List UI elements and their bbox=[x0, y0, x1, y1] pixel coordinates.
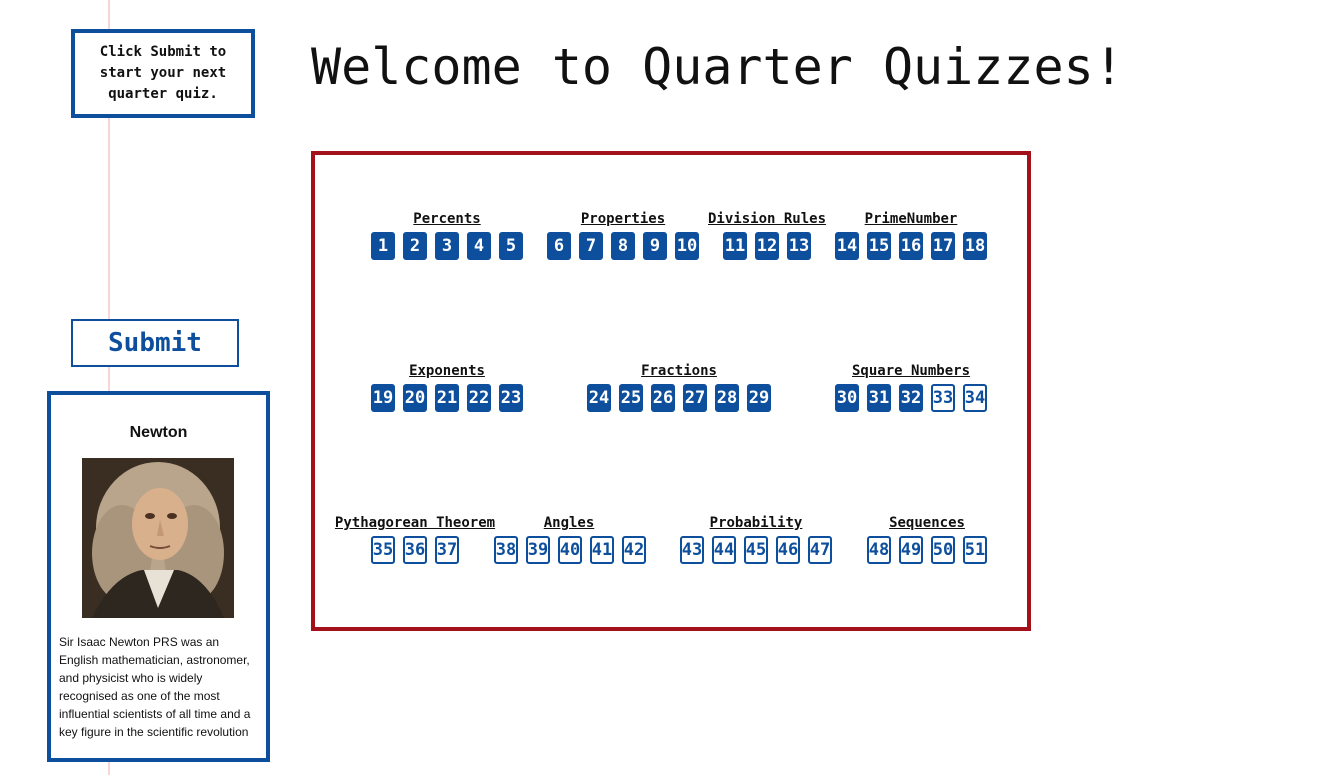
quiz-button-34[interactable]: 34 bbox=[963, 384, 987, 412]
mathematician-portrait bbox=[82, 458, 234, 618]
quiz-button-33[interactable]: 33 bbox=[931, 384, 955, 412]
category-probability: Probability bbox=[709, 515, 803, 531]
quiz-button-19[interactable]: 19 bbox=[371, 384, 395, 412]
quiz-button-25[interactable]: 25 bbox=[619, 384, 643, 412]
page-title: Welcome to Quarter Quizzes! bbox=[311, 38, 1124, 96]
quiz-button-50[interactable]: 50 bbox=[931, 536, 955, 564]
category-prime-number: PrimeNumber bbox=[864, 211, 958, 227]
quiz-button-30[interactable]: 30 bbox=[835, 384, 859, 412]
instructions-text: Click Submit to start your next quarter … bbox=[99, 44, 227, 102]
quiz-button-11[interactable]: 11 bbox=[723, 232, 747, 260]
quiz-button-5[interactable]: 5 bbox=[499, 232, 523, 260]
quiz-button-39[interactable]: 39 bbox=[526, 536, 550, 564]
quiz-button-22[interactable]: 22 bbox=[467, 384, 491, 412]
quiz-button-23[interactable]: 23 bbox=[499, 384, 523, 412]
quiz-button-31[interactable]: 31 bbox=[867, 384, 891, 412]
quiz-button-29[interactable]: 29 bbox=[747, 384, 771, 412]
quiz-button-40[interactable]: 40 bbox=[558, 536, 582, 564]
quiz-button-51[interactable]: 51 bbox=[963, 536, 987, 564]
quiz-button-38[interactable]: 38 bbox=[494, 536, 518, 564]
category-exponents: Exponents bbox=[409, 363, 485, 379]
quiz-button-41[interactable]: 41 bbox=[590, 536, 614, 564]
quiz-button-6[interactable]: 6 bbox=[547, 232, 571, 260]
quiz-button-37[interactable]: 37 bbox=[435, 536, 459, 564]
category-angles: Angles bbox=[543, 515, 595, 531]
quiz-button-49[interactable]: 49 bbox=[899, 536, 923, 564]
quiz-button-28[interactable]: 28 bbox=[715, 384, 739, 412]
quiz-button-17[interactable]: 17 bbox=[931, 232, 955, 260]
category-pythagorean-theorem: Pythagorean Theorem bbox=[334, 515, 496, 531]
quiz-button-32[interactable]: 32 bbox=[899, 384, 923, 412]
quiz-button-42[interactable]: 42 bbox=[622, 536, 646, 564]
portrait-illustration bbox=[82, 458, 234, 618]
quiz-button-26[interactable]: 26 bbox=[651, 384, 675, 412]
quiz-button-2[interactable]: 2 bbox=[403, 232, 427, 260]
category-sequences: Sequences bbox=[889, 515, 965, 531]
quiz-button-21[interactable]: 21 bbox=[435, 384, 459, 412]
quiz-button-10[interactable]: 10 bbox=[675, 232, 699, 260]
quiz-button-48[interactable]: 48 bbox=[867, 536, 891, 564]
quiz-board: Percents Properties Division Rules Prime… bbox=[311, 151, 1031, 631]
category-fractions: Fractions bbox=[641, 363, 717, 379]
quiz-button-35[interactable]: 35 bbox=[371, 536, 395, 564]
category-square-numbers: Square Numbers bbox=[851, 363, 971, 379]
quiz-button-36[interactable]: 36 bbox=[403, 536, 427, 564]
quiz-button-47[interactable]: 47 bbox=[808, 536, 832, 564]
mathematician-name: Newton bbox=[129, 424, 188, 441]
quiz-button-13[interactable]: 13 bbox=[787, 232, 811, 260]
quiz-button-43[interactable]: 43 bbox=[680, 536, 704, 564]
quiz-button-20[interactable]: 20 bbox=[403, 384, 427, 412]
quiz-button-14[interactable]: 14 bbox=[835, 232, 859, 260]
quiz-button-7[interactable]: 7 bbox=[579, 232, 603, 260]
quiz-button-18[interactable]: 18 bbox=[963, 232, 987, 260]
quiz-button-24[interactable]: 24 bbox=[587, 384, 611, 412]
quiz-button-1[interactable]: 1 bbox=[371, 232, 395, 260]
mathematician-bio: Sir Isaac Newton PRS was an English math… bbox=[59, 635, 251, 739]
quiz-button-46[interactable]: 46 bbox=[776, 536, 800, 564]
category-percents: Percents bbox=[413, 211, 481, 227]
quiz-button-12[interactable]: 12 bbox=[755, 232, 779, 260]
category-properties: Properties bbox=[580, 211, 666, 227]
instructions-box: Click Submit to start your next quarter … bbox=[71, 29, 255, 118]
category-division-rules: Division Rules bbox=[707, 211, 827, 227]
mathematician-card: Newton Sir Isaac Newton PRS was an Engli… bbox=[47, 391, 270, 762]
quiz-button-8[interactable]: 8 bbox=[611, 232, 635, 260]
quiz-button-4[interactable]: 4 bbox=[467, 232, 491, 260]
quiz-button-9[interactable]: 9 bbox=[643, 232, 667, 260]
submit-button[interactable]: Submit bbox=[71, 319, 239, 367]
quiz-button-44[interactable]: 44 bbox=[712, 536, 736, 564]
quiz-button-27[interactable]: 27 bbox=[683, 384, 707, 412]
quiz-button-3[interactable]: 3 bbox=[435, 232, 459, 260]
quiz-button-16[interactable]: 16 bbox=[899, 232, 923, 260]
quiz-button-45[interactable]: 45 bbox=[744, 536, 768, 564]
quiz-button-15[interactable]: 15 bbox=[867, 232, 891, 260]
